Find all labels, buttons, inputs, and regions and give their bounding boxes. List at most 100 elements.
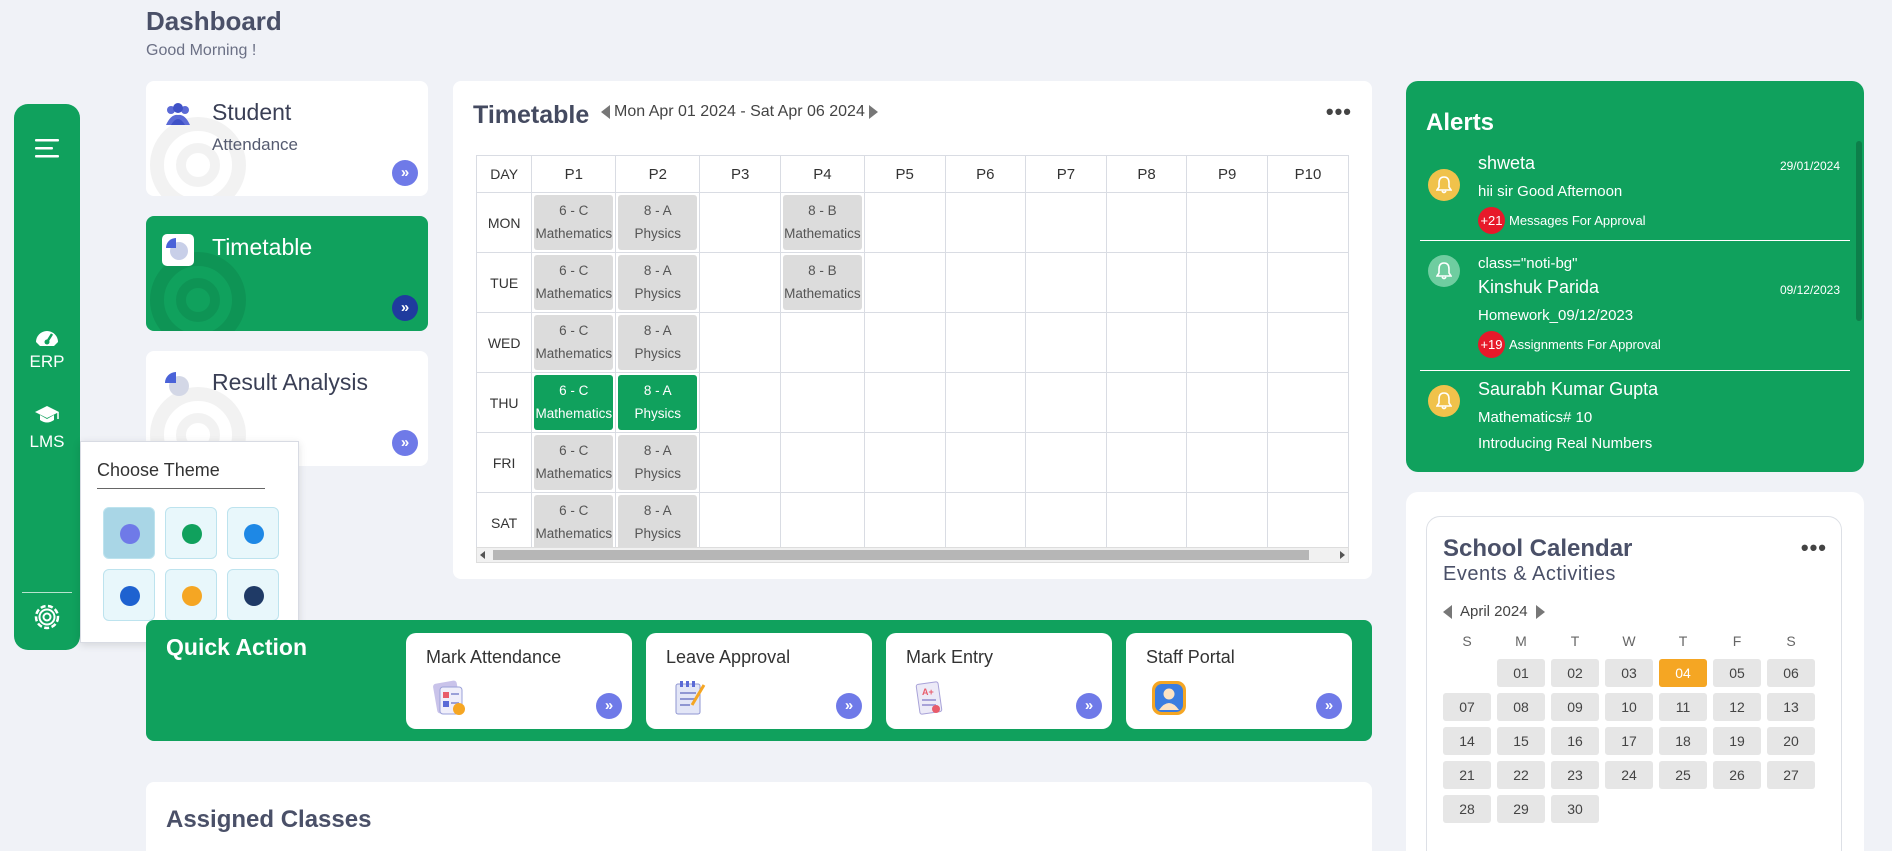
theme-swatch-6[interactable] [227,569,279,621]
scroll-right-icon[interactable] [1340,551,1345,559]
staff-portal-card[interactable]: Staff Portal » [1126,633,1352,729]
theme-swatch-3[interactable] [227,507,279,559]
timetable-slot[interactable]: 6 - C Mathematics [531,192,617,253]
calendar-day[interactable]: 03 [1605,659,1653,687]
class-period[interactable]: 8 - A Physics [618,375,698,430]
timetable-slot[interactable]: 6 - C Mathematics [531,492,617,553]
mark-attendance-card[interactable]: Mark Attendance » [406,633,632,729]
alerts-list[interactable]: shweta 29/01/2024 hii sir Good Afternoon… [1420,147,1850,454]
timetable-scroll-area[interactable]: DAY P1 P2 P3 P4 P5 P6 P7 P8 P9 P10 MON 6 - C Mathema… [476,155,1349,554]
timetable-slot[interactable]: 8 - A Physics [615,432,701,493]
gear-icon[interactable] [30,600,64,634]
calendar-day[interactable]: 01 [1497,659,1545,687]
calendar-day[interactable]: 08 [1497,693,1545,721]
timetable-slot[interactable]: 8 - A Physics [615,492,701,553]
timetable-slot[interactable]: 8 - B Mathematics [779,252,865,313]
more-options-icon[interactable]: ••• [1801,537,1827,559]
timetable-slot[interactable]: 8 - A Physics [615,372,701,433]
double-chevron-right-icon[interactable]: » [596,693,622,719]
calendar-day[interactable]: 25 [1659,761,1707,789]
previous-month-icon[interactable] [1443,604,1452,619]
rail-item-lms[interactable]: LMS [14,404,80,452]
class-period[interactable]: 8 - A Physics [618,495,698,550]
class-period[interactable]: 8 - B Mathematics [782,195,862,250]
timetable-slot[interactable]: 8 - A Physics [615,192,701,253]
calendar-day[interactable]: 09 [1551,693,1599,721]
double-chevron-right-icon[interactable]: » [836,693,862,719]
calendar-day[interactable]: 11 [1659,693,1707,721]
calendar-day[interactable]: 19 [1713,727,1761,755]
calendar-day[interactable]: 22 [1497,761,1545,789]
mark-entry-card[interactable]: Mark Entry A+ » [886,633,1112,729]
calendar-day[interactable]: 12 [1713,693,1761,721]
calendar-day[interactable]: 15 [1497,727,1545,755]
timetable-slot[interactable]: 6 - C Mathematics [531,252,617,313]
timetable-slot[interactable]: 8 - B Mathematics [779,192,865,253]
hamburger-menu-icon[interactable] [31,132,63,164]
calendar-day[interactable]: 05 [1713,659,1761,687]
timetable-card[interactable]: Timetable » [146,216,428,331]
calendar-day[interactable]: 27 [1767,761,1815,789]
calendar-day[interactable]: 23 [1551,761,1599,789]
class-period[interactable]: 8 - A Physics [618,255,698,310]
calendar-day-today[interactable]: 04 [1659,659,1707,687]
timetable-slot[interactable]: 8 - A Physics [615,312,701,373]
alert-badge[interactable]: +21 Messages For Approval [1478,207,1646,234]
calendar-day[interactable]: 26 [1713,761,1761,789]
scrollbar-thumb[interactable] [493,550,1309,560]
scroll-left-icon[interactable] [480,551,485,559]
timetable-slot[interactable]: 6 - C Mathematics [531,432,617,493]
class-period[interactable]: 8 - B Mathematics [782,255,862,310]
calendar-day[interactable]: 24 [1605,761,1653,789]
alert-item[interactable]: Saurabh Kumar Gupta Mathematics# 10 Intr… [1420,371,1850,454]
calendar-day[interactable]: 18 [1659,727,1707,755]
class-period[interactable]: 6 - C Mathematics [534,375,614,430]
class-period[interactable]: 6 - C Mathematics [534,435,614,490]
student-attendance-card[interactable]: Student Attendance » [146,81,428,196]
timetable-slot[interactable]: 6 - C Mathematics [531,312,617,373]
next-month-icon[interactable] [1535,604,1545,619]
theme-swatch-4[interactable] [103,569,155,621]
calendar-day[interactable]: 14 [1443,727,1491,755]
next-week-icon[interactable] [868,105,878,119]
alert-item[interactable]: class="noti-bg" Kinshuk Parida 09/12/202… [1420,241,1850,371]
calendar-day[interactable]: 16 [1551,727,1599,755]
calendar-day[interactable]: 02 [1551,659,1599,687]
calendar-day[interactable]: 21 [1443,761,1491,789]
calendar-day[interactable]: 07 [1443,693,1491,721]
class-period[interactable]: 8 - A Physics [618,315,698,370]
calendar-day[interactable]: 06 [1767,659,1815,687]
more-options-icon[interactable]: ••• [1326,101,1352,123]
previous-week-icon[interactable] [601,105,610,119]
calendar-day[interactable]: 28 [1443,795,1491,823]
leave-approval-card[interactable]: Leave Approval » [646,633,872,729]
timetable-slot[interactable]: 8 - A Physics [615,252,701,313]
class-period[interactable]: 6 - C Mathematics [534,495,614,550]
rail-item-erp[interactable]: ERP [14,324,80,372]
double-chevron-right-icon[interactable]: » [1076,693,1102,719]
class-period[interactable]: 6 - C Mathematics [534,255,614,310]
class-period[interactable]: 6 - C Mathematics [534,195,614,250]
calendar-day[interactable]: 30 [1551,795,1599,823]
theme-swatch-1[interactable] [103,507,155,559]
alert-badge[interactable]: +19 Assignments For Approval [1478,331,1661,358]
double-chevron-right-icon[interactable]: » [392,295,418,321]
calendar-day[interactable]: 29 [1497,795,1545,823]
theme-swatch-2[interactable] [165,507,217,559]
alert-item[interactable]: shweta 29/01/2024 hii sir Good Afternoon… [1420,147,1850,241]
timetable-slot[interactable]: 6 - C Mathematics [531,372,617,433]
scrollbar-thumb[interactable] [1856,141,1862,321]
double-chevron-right-icon[interactable]: » [392,430,418,456]
calendar-day[interactable]: 20 [1767,727,1815,755]
class-period[interactable]: 8 - A Physics [618,195,698,250]
double-chevron-right-icon[interactable]: » [1316,693,1342,719]
double-chevron-right-icon[interactable]: » [392,160,418,186]
calendar-day[interactable]: 10 [1605,693,1653,721]
class-period[interactable]: 8 - A Physics [618,435,698,490]
alerts-scrollbar[interactable] [1856,141,1862,451]
horizontal-scrollbar[interactable] [476,547,1349,563]
class-period[interactable]: 6 - C Mathematics [534,315,614,370]
calendar-day[interactable]: 13 [1767,693,1815,721]
theme-swatch-5[interactable] [165,569,217,621]
calendar-day[interactable]: 17 [1605,727,1653,755]
